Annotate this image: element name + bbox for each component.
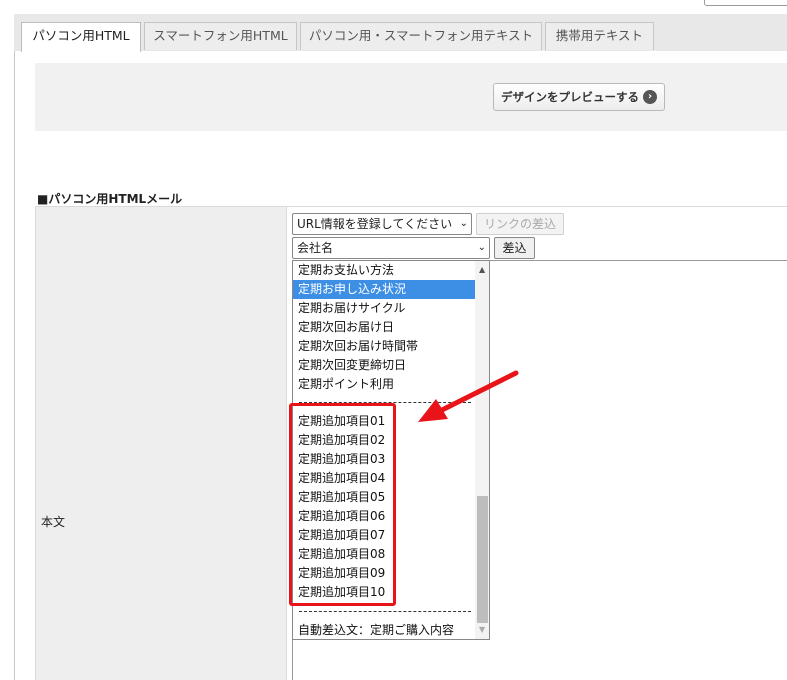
insert-button[interactable]: 差込	[494, 237, 535, 259]
link-insert-button[interactable]: リンクの差込	[476, 213, 564, 235]
preview-panel	[35, 63, 787, 131]
tab-mobile-text[interactable]: 携帯用テキスト	[545, 22, 654, 50]
merge-field-select-value: 会社名	[297, 241, 334, 255]
tab-smartphone-html[interactable]: スマートフォン用HTML	[144, 22, 297, 50]
scroll-down-arrow-icon[interactable]: ▼	[479, 625, 485, 634]
list-item[interactable]: 定期お届けサイクル	[293, 299, 475, 318]
preview-design-button[interactable]: デザインをプレビューする ›	[493, 83, 665, 111]
top-right-button-edge[interactable]	[704, 0, 787, 6]
section-title: ■パソコン用HTMLメール	[37, 192, 183, 206]
list-item[interactable]: 定期お支払い方法	[293, 261, 475, 280]
body-label: 本文	[41, 515, 66, 529]
merge-field-select[interactable]: 会社名 ⌄	[292, 237, 490, 259]
label-column	[35, 206, 287, 680]
list-separator	[299, 611, 471, 612]
preview-button-label: デザインをプレビューする	[501, 90, 639, 104]
annotation-highlight-box	[289, 403, 396, 606]
list-item-selected[interactable]: 定期お申し込み状況	[293, 280, 475, 299]
annotation-arrow-icon	[418, 370, 519, 422]
tab-pc-html[interactable]: パソコン用HTML	[21, 22, 141, 52]
url-select[interactable]: URL情報を登録してください ⌄	[292, 213, 472, 235]
list-item[interactable]: 自動差込文：定期ご購入内容	[293, 621, 475, 639]
chevron-right-circle-icon: ›	[643, 90, 657, 104]
listbox-scrollbar[interactable]: ▲ ▼	[475, 261, 489, 639]
scroll-up-arrow-icon[interactable]: ▲	[479, 265, 485, 274]
tab-text[interactable]: パソコン用・スマートフォン用テキスト	[300, 22, 542, 50]
chevron-down-icon: ⌄	[459, 218, 468, 229]
chevron-down-icon: ⌄	[477, 242, 486, 253]
list-item[interactable]: 定期次回お届け日	[293, 318, 475, 337]
url-select-value: URL情報を登録してください	[297, 217, 453, 231]
list-item[interactable]: 定期次回お届け時間帯	[293, 337, 475, 356]
scrollbar-thumb[interactable]	[477, 496, 488, 623]
